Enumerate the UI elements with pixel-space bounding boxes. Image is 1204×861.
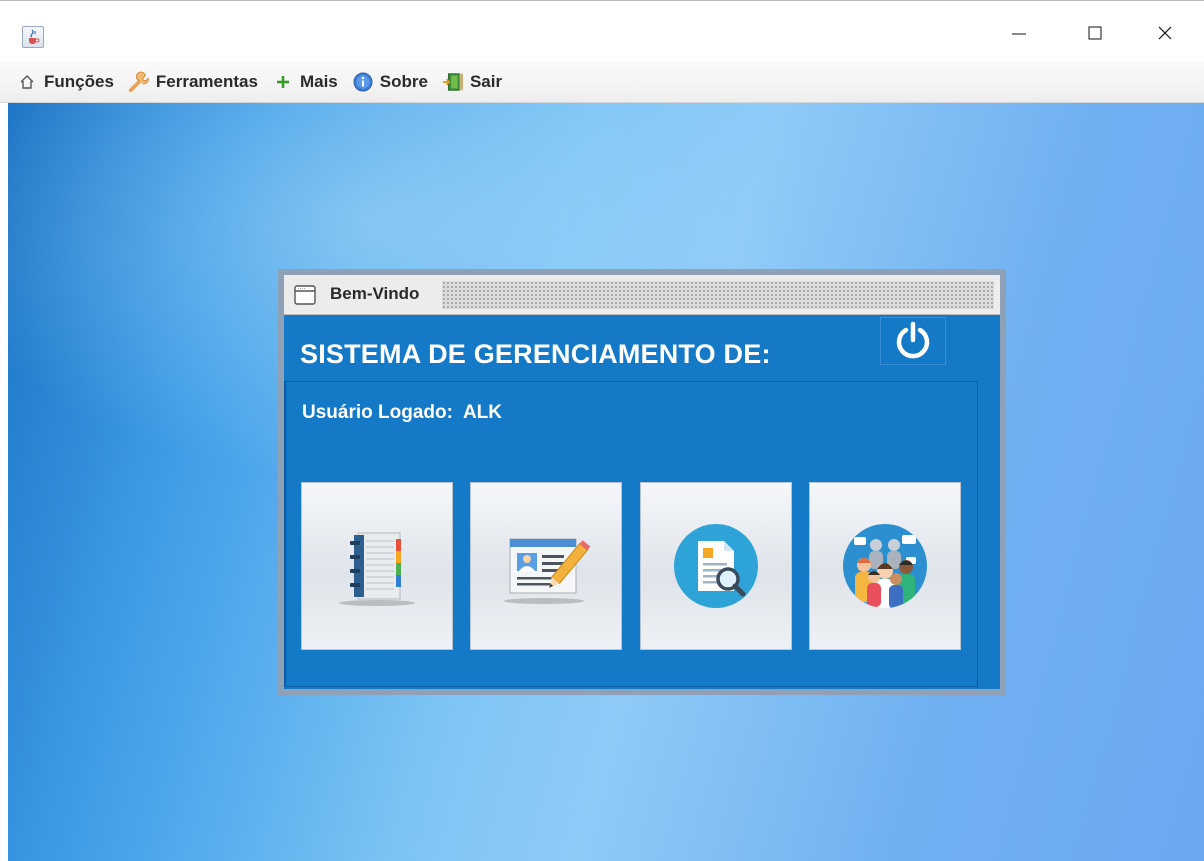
people-group-icon: [843, 524, 927, 608]
close-button[interactable]: [1142, 13, 1188, 53]
menu-sobre[interactable]: Sobre: [352, 66, 428, 98]
menu-funcoes-label: Funções: [44, 71, 114, 91]
frame-drag-grip[interactable]: [442, 281, 994, 309]
document-search-icon: [674, 524, 758, 608]
minimize-icon: [1012, 33, 1026, 35]
power-icon: [896, 321, 930, 359]
menu-funcoes[interactable]: Funções: [16, 66, 114, 98]
logged-user-value: ALK: [462, 402, 503, 423]
menu-bar: Funções Ferramentas Mais Sobre Sair: [0, 61, 1204, 103]
tile-id-card-button[interactable]: [470, 482, 622, 650]
user-panel: Usuário Logado: ALK: [284, 381, 978, 687]
frame-title: Bem-Vindo: [330, 284, 420, 303]
frame-window-icon: [294, 285, 316, 310]
plus-icon: [272, 71, 294, 93]
java-cup-icon: [22, 26, 44, 48]
home-icon: [16, 71, 38, 93]
tile-document-search-button[interactable]: [640, 482, 792, 650]
menu-ferramentas-label: Ferramentas: [155, 71, 258, 91]
menu-sobre-label: Sobre: [379, 71, 428, 91]
logged-user-row: Usuário Logado: ALK: [302, 402, 502, 424]
system-title: SISTEMA DE GERENCIAMENTO DE:: [300, 339, 771, 369]
address-book-icon: [339, 532, 415, 606]
menu-ferramentas[interactable]: Ferramentas: [128, 66, 258, 98]
menu-mais[interactable]: Mais: [272, 66, 338, 98]
welcome-internal-frame: Bem-Vindo SISTEMA DE GERENCIAMENTO DE: U…: [278, 269, 1006, 695]
power-button[interactable]: [880, 317, 946, 365]
app-window: Funções Ferramentas Mais Sobre Sair Bem-…: [0, 0, 1204, 861]
menu-sair-label: Sair: [469, 71, 503, 91]
minimize-button[interactable]: [996, 13, 1042, 53]
tile-address-book-button[interactable]: [301, 482, 453, 650]
id-card-edit-icon: [504, 538, 591, 604]
close-icon: [1158, 26, 1172, 40]
wrench-icon: [128, 71, 150, 93]
menu-mais-label: Mais: [299, 71, 338, 91]
tile-people-group-button[interactable]: [809, 482, 961, 650]
maximize-icon: [1088, 26, 1102, 40]
info-icon: [352, 71, 374, 93]
logged-user-label: Usuário Logado:: [302, 402, 453, 423]
frame-title-bar[interactable]: Bem-Vindo: [284, 275, 1000, 315]
exit-door-icon: [442, 71, 464, 93]
menu-sair[interactable]: Sair: [442, 66, 502, 98]
maximize-button[interactable]: [1072, 13, 1118, 53]
title-bar[interactable]: [0, 1, 1204, 61]
frame-content-panel: SISTEMA DE GERENCIAMENTO DE: Usuário Log…: [284, 315, 1000, 689]
desktop-pane: Bem-Vindo SISTEMA DE GERENCIAMENTO DE: U…: [8, 103, 1204, 861]
